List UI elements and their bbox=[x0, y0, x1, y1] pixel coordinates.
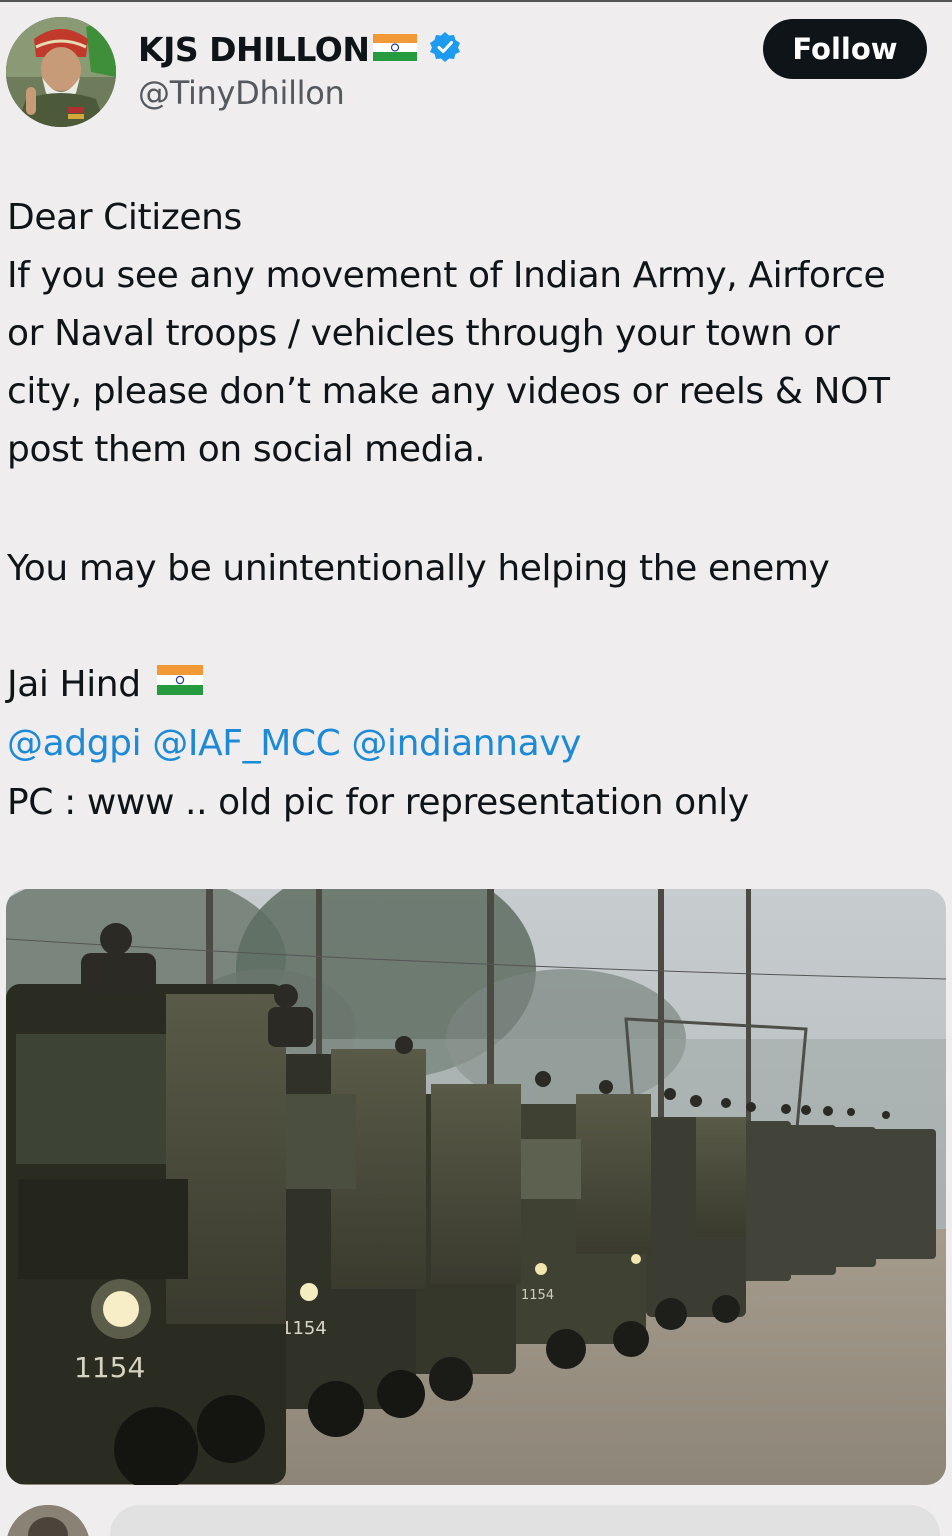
mention-link-indiannavy[interactable]: @indiannavy bbox=[351, 723, 581, 764]
mentions-row: @adgpi @IAF_MCC @indiannavy bbox=[7, 715, 947, 773]
tweet-line-1: Dear Citizens bbox=[7, 197, 242, 238]
india-flag-icon bbox=[156, 656, 203, 714]
author-handle[interactable]: @TinyDhillon bbox=[138, 74, 345, 112]
tweet-line-3: or Naval troops / vehicles through your … bbox=[7, 313, 840, 354]
follow-button[interactable]: Follow bbox=[763, 19, 927, 79]
truck-number-third: 1154 bbox=[521, 1288, 554, 1303]
tweet-page: KJS DHILLON @TinyDhillon Follow Dear Cit… bbox=[0, 0, 952, 1536]
truck-number-front: 1154 bbox=[74, 1351, 145, 1384]
author-display-name[interactable]: KJS DHILLON bbox=[138, 30, 370, 69]
mention-link-iaf-mcc[interactable]: @IAF_MCC bbox=[152, 723, 340, 764]
author-name-row: KJS DHILLON bbox=[138, 26, 461, 72]
reply-avatar[interactable] bbox=[6, 1505, 90, 1536]
india-flag-icon bbox=[373, 32, 418, 66]
author-avatar[interactable] bbox=[6, 17, 116, 127]
reply-card[interactable] bbox=[110, 1505, 940, 1536]
jai-hind-row: Jai Hind bbox=[7, 656, 947, 714]
jai-hind-text: Jai Hind bbox=[7, 664, 141, 705]
tweet-line-6: You may be unintentionally helping the e… bbox=[7, 548, 830, 589]
top-divider bbox=[0, 0, 952, 2]
tweet-media-photo[interactable]: 1154 1154 1154 bbox=[6, 889, 946, 1485]
verified-badge-icon bbox=[429, 31, 461, 67]
truck-number-second: 1154 bbox=[281, 1318, 327, 1339]
mention-link-adgpi[interactable]: @adgpi bbox=[7, 723, 142, 764]
tweet-line-4: city, please don’t make any videos or re… bbox=[7, 371, 890, 412]
tweet-line-2: If you see any movement of Indian Army, … bbox=[7, 255, 886, 296]
tweet-line-5: post them on social media. bbox=[7, 429, 486, 470]
tweet-pc-line: PC : www .. old pic for representation o… bbox=[7, 782, 749, 823]
